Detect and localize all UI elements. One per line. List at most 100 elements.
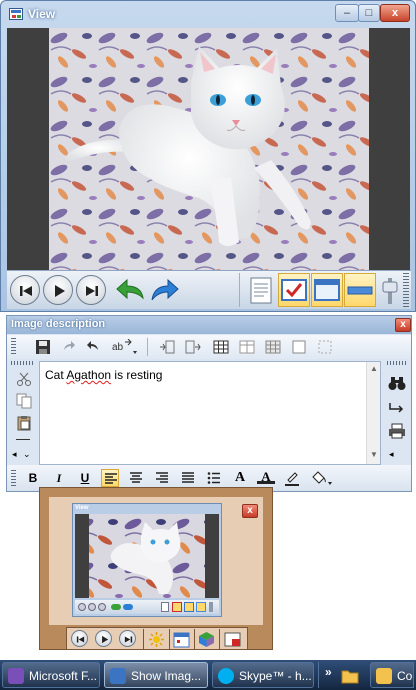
redo-button[interactable] [147, 273, 179, 307]
print-icon[interactable] [388, 423, 406, 439]
taskbar-item-skype[interactable]: Skype™ - h... [212, 662, 314, 688]
view-toolbar [7, 270, 411, 309]
table-icon[interactable] [213, 339, 229, 355]
mini-undo-icon [111, 604, 121, 610]
text-part: is resting [111, 368, 163, 382]
description-titlebar[interactable]: Image description x [7, 316, 411, 334]
sun-icon[interactable] [148, 631, 165, 648]
editor-scrollbar[interactable]: ▲ ▼ [366, 362, 380, 464]
table-grid-icon[interactable] [265, 339, 281, 355]
align-left-button[interactable] [101, 469, 119, 487]
italic-button[interactable]: I [50, 469, 68, 487]
description-close-button[interactable]: x [395, 318, 411, 332]
table-props-icon[interactable] [239, 339, 255, 355]
quick-launch: » [318, 662, 366, 688]
mini-last-icon [98, 603, 106, 611]
misspelled-word[interactable]: Agathon [66, 368, 111, 382]
notes-button[interactable] [245, 273, 277, 307]
description-text[interactable]: Cat Agathon is resting [45, 368, 162, 382]
image-viewport[interactable] [7, 28, 410, 270]
bar-button[interactable] [344, 273, 376, 307]
mini-image-area [75, 514, 219, 598]
paste-icon[interactable] [16, 415, 32, 431]
cut-icon[interactable] [16, 371, 32, 387]
insert-column-left-icon[interactable] [159, 339, 175, 355]
bold-button[interactable]: B [24, 469, 42, 487]
folder-icon[interactable] [341, 668, 359, 684]
horizontal-rule-icon[interactable] [16, 439, 30, 440]
taskbar-label: Skype™ - h... [239, 669, 312, 683]
taskbar-item-show-image[interactable]: Show Imag... [104, 662, 208, 688]
divider [194, 629, 195, 650]
undo-button[interactable] [114, 273, 146, 307]
align-right-icon [156, 472, 168, 483]
mini-toolbar [75, 600, 219, 614]
border-icon[interactable] [291, 339, 307, 355]
mini-cat-photo [89, 514, 205, 598]
toolbar-grip[interactable] [387, 361, 407, 365]
insert-column-right-icon[interactable] [185, 339, 201, 355]
first-button[interactable] [10, 275, 40, 305]
scroll-up-icon[interactable]: ▲ [370, 364, 378, 373]
description-editor[interactable]: Cat Agathon is resting ▲ ▼ [39, 361, 381, 465]
goto-icon[interactable] [388, 399, 406, 415]
calendar-icon[interactable] [173, 631, 190, 648]
align-center-button[interactable] [127, 469, 145, 487]
underline-button[interactable]: U [76, 469, 94, 487]
toolbar-divider [239, 273, 240, 307]
scroll-left-icon[interactable]: ◂ [389, 449, 394, 460]
play-icon [55, 285, 65, 297]
check-button[interactable] [278, 273, 310, 307]
skip-forward-icon [124, 636, 133, 643]
scroll-down-icon[interactable]: ▼ [370, 450, 378, 459]
bullets-button[interactable] [205, 469, 223, 487]
toolbar-grip[interactable] [11, 338, 16, 356]
overflow-chevron-icon[interactable]: » [325, 665, 332, 679]
mini-preview-window[interactable]: x View [39, 487, 273, 650]
window-button[interactable] [311, 273, 343, 307]
no-border-icon[interactable] [317, 339, 333, 355]
toolbar-grip[interactable] [11, 361, 33, 365]
checkbox-icon [281, 279, 307, 301]
font-color-button[interactable]: A [257, 469, 275, 484]
binoculars-icon[interactable] [388, 375, 406, 391]
highlight-button[interactable] [283, 469, 301, 487]
taskbar-item-tray[interactable]: Co [370, 662, 414, 688]
chevron-down-icon[interactable]: ⌄ [23, 449, 31, 460]
font-button[interactable]: A [231, 469, 249, 487]
mini-thumbnail[interactable]: View [72, 503, 222, 617]
view-titlebar[interactable]: View – □ x [1, 1, 415, 27]
mini-last-button[interactable] [119, 630, 136, 647]
bar-icon [347, 286, 373, 295]
last-button[interactable] [76, 275, 106, 305]
taskbar-item-microsoft[interactable]: Microsoft F... [2, 662, 100, 688]
mini-controls [66, 627, 248, 650]
image-description-window: Image description x ab ◂ ⌄ Cat Agathon i… [6, 315, 412, 492]
slider-icon [382, 278, 398, 304]
mini-close-button[interactable]: x [242, 504, 258, 518]
window-close-icon[interactable] [224, 631, 241, 648]
mini-document-icon [161, 602, 169, 612]
redo-icon[interactable] [61, 339, 77, 355]
package-icon[interactable] [198, 631, 215, 648]
window-title: View [28, 7, 56, 21]
toolbar-grip[interactable] [11, 470, 16, 486]
mini-play-button[interactable] [95, 630, 112, 647]
save-icon[interactable] [35, 339, 51, 355]
maximize-button[interactable]: □ [358, 4, 380, 22]
play-button[interactable] [43, 275, 73, 305]
fill-color-button[interactable] [309, 469, 335, 487]
undo-icon[interactable] [85, 339, 101, 355]
copy-icon[interactable] [16, 393, 32, 409]
divider [143, 629, 144, 650]
find-replace-icon[interactable]: ab [111, 339, 139, 355]
scroll-left-icon[interactable]: ◂ [12, 449, 17, 460]
justify-button[interactable] [179, 469, 197, 487]
curved-arrow-left-icon [116, 278, 144, 300]
close-button[interactable]: x [380, 4, 410, 22]
align-right-button[interactable] [153, 469, 171, 487]
minimize-button[interactable]: – [335, 4, 359, 22]
slider-button[interactable] [377, 273, 401, 307]
toolbar-grip[interactable] [403, 273, 409, 307]
mini-first-button[interactable] [71, 630, 88, 647]
